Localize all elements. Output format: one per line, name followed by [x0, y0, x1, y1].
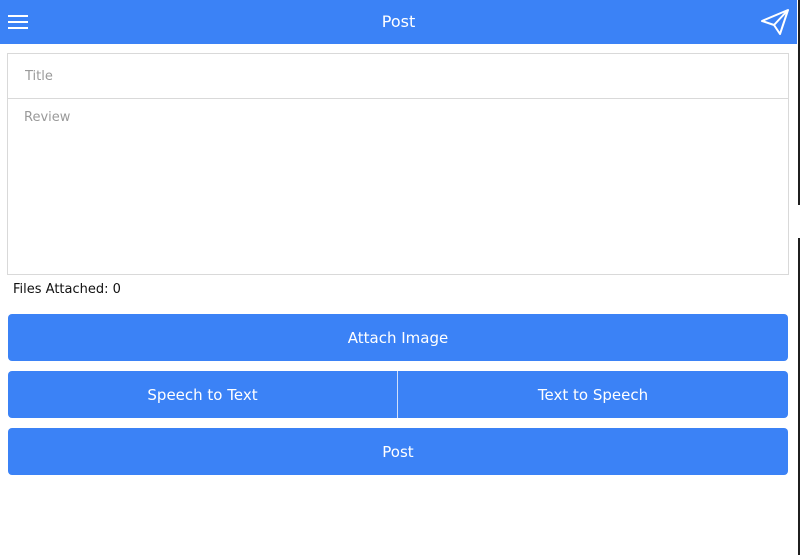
title-input[interactable] — [8, 54, 788, 99]
paper-plane-send-icon — [761, 9, 789, 35]
post-button[interactable]: Post — [8, 428, 788, 475]
attach-image-button[interactable]: Attach Image — [8, 314, 788, 361]
send-button[interactable] — [759, 6, 791, 38]
files-attached-label: Files Attached: 0 — [13, 282, 121, 297]
header-bar: Post — [0, 0, 797, 44]
post-form — [7, 53, 789, 275]
text-to-speech-button[interactable]: Text to Speech — [398, 371, 788, 418]
page-title: Post — [381, 12, 416, 31]
review-textarea[interactable] — [8, 100, 788, 274]
speech-to-text-button[interactable]: Speech to Text — [8, 371, 397, 418]
post-page: Post Files Attached: 0 Attach Image Spee… — [0, 0, 800, 555]
